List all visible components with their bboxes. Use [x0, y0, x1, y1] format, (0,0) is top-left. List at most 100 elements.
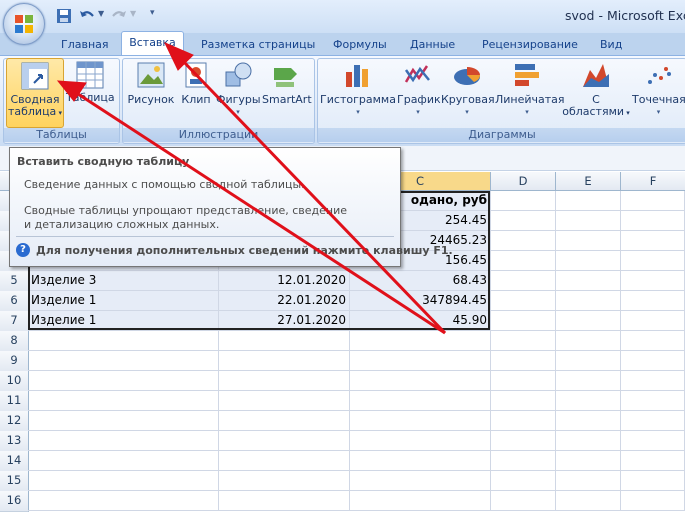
cell-d[interactable]	[491, 231, 556, 251]
cell-f[interactable]	[621, 451, 685, 471]
redo-dropdown-icon[interactable]: ▼	[130, 9, 136, 18]
row-header[interactable]: 15	[0, 471, 29, 492]
cell-d[interactable]	[491, 211, 556, 231]
row-header[interactable]: 16	[0, 491, 29, 512]
cell-e[interactable]	[556, 491, 621, 511]
cell-c[interactable]	[350, 351, 491, 371]
cell-b[interactable]	[219, 411, 350, 431]
cell-e[interactable]	[556, 371, 621, 391]
cell-d[interactable]	[491, 251, 556, 271]
histogram-button[interactable]: Гистограмма ▾	[320, 60, 396, 118]
cell-e[interactable]	[556, 391, 621, 411]
cell-c[interactable]	[350, 331, 491, 351]
cell-d[interactable]	[491, 411, 556, 431]
cell-d[interactable]	[491, 271, 556, 291]
cell-b[interactable]	[219, 331, 350, 351]
cell-f[interactable]	[621, 271, 685, 291]
cell-a[interactable]	[28, 391, 219, 411]
cell-e[interactable]	[556, 231, 621, 251]
cell-e[interactable]	[556, 311, 621, 331]
row-header[interactable]: 12	[0, 411, 29, 432]
cell-c[interactable]	[350, 451, 491, 471]
tab-page-layout[interactable]: Разметка страницы	[201, 36, 315, 54]
picture-button[interactable]: Рисунок	[126, 60, 176, 106]
cell-a[interactable]: Изделие 1	[28, 291, 219, 311]
cell-d[interactable]	[491, 331, 556, 351]
cell-e[interactable]	[556, 411, 621, 431]
cell-d[interactable]	[491, 471, 556, 491]
cell-d[interactable]	[491, 371, 556, 391]
cell-a[interactable]	[28, 451, 219, 471]
cell-f[interactable]	[621, 291, 685, 311]
cell-c[interactable]	[350, 391, 491, 411]
column-header-e[interactable]: E	[556, 172, 621, 191]
cell-f[interactable]	[621, 311, 685, 331]
row-header[interactable]: 10	[0, 371, 29, 392]
cell-c[interactable]: 45.90	[350, 311, 491, 331]
cell-f[interactable]	[621, 231, 685, 251]
cell-e[interactable]	[556, 211, 621, 231]
cell-f[interactable]	[621, 391, 685, 411]
row-header[interactable]: 8	[0, 331, 29, 352]
cell-b[interactable]	[219, 451, 350, 471]
column-header-d[interactable]: D	[491, 172, 556, 191]
bar-chart-button[interactable]: Линейчатая ▾	[495, 60, 565, 118]
row-header[interactable]: 7	[0, 311, 29, 332]
cell-e[interactable]	[556, 291, 621, 311]
cell-a[interactable]: Изделие 1	[28, 311, 219, 331]
tab-insert[interactable]: Вставка	[121, 31, 184, 56]
cell-e[interactable]	[556, 191, 621, 211]
cell-d[interactable]	[491, 431, 556, 451]
cell-f[interactable]	[621, 351, 685, 371]
cell-a[interactable]	[28, 491, 219, 511]
cell-e[interactable]	[556, 351, 621, 371]
cell-a[interactable]	[28, 431, 219, 451]
row-header[interactable]: 9	[0, 351, 29, 372]
cell-d[interactable]	[491, 451, 556, 471]
column-header-f[interactable]: F	[621, 172, 685, 191]
customize-qat-icon[interactable]: ▾	[150, 8, 155, 18]
cell-b[interactable]	[219, 431, 350, 451]
row-header[interactable]: 5	[0, 271, 29, 292]
cell-f[interactable]	[621, 491, 685, 511]
pivot-table-button[interactable]: Сводная таблица ▾	[6, 58, 64, 128]
cell-d[interactable]	[491, 491, 556, 511]
scatter-chart-button[interactable]: Точечная ▾	[632, 60, 685, 118]
cell-f[interactable]	[621, 411, 685, 431]
cell-a[interactable]	[28, 331, 219, 351]
cell-f[interactable]	[621, 431, 685, 451]
smartart-button[interactable]: SmartArt	[262, 60, 312, 106]
cell-b[interactable]: 12.01.2020	[219, 271, 350, 291]
cell-b[interactable]	[219, 351, 350, 371]
table-button[interactable]: Таблица	[66, 60, 115, 104]
redo-icon[interactable]	[110, 7, 128, 25]
tab-formulas[interactable]: Формулы	[333, 36, 387, 54]
line-chart-button[interactable]: График ▾	[397, 60, 441, 118]
tab-data[interactable]: Данные	[410, 36, 455, 54]
row-header[interactable]: 14	[0, 451, 29, 472]
row-header[interactable]: 11	[0, 391, 29, 412]
cell-c[interactable]: 68.43	[350, 271, 491, 291]
cell-c[interactable]	[350, 411, 491, 431]
tab-home[interactable]: Главная	[61, 36, 109, 54]
cell-e[interactable]	[556, 431, 621, 451]
clip-button[interactable]: Клип	[179, 60, 213, 106]
cell-d[interactable]	[491, 291, 556, 311]
cell-a[interactable]	[28, 351, 219, 371]
cell-c[interactable]	[350, 491, 491, 511]
cell-b[interactable]	[219, 471, 350, 491]
cell-a[interactable]	[28, 371, 219, 391]
tab-review[interactable]: Рецензирование	[482, 36, 578, 54]
undo-icon[interactable]	[78, 7, 96, 25]
save-icon[interactable]	[55, 7, 73, 25]
shapes-button[interactable]: Фигуры ▾	[216, 60, 261, 118]
cell-b[interactable]	[219, 391, 350, 411]
cell-c[interactable]	[350, 471, 491, 491]
pie-chart-button[interactable]: Круговая ▾	[441, 60, 495, 118]
cell-f[interactable]	[621, 471, 685, 491]
cell-a[interactable]	[28, 471, 219, 491]
cell-c[interactable]	[350, 371, 491, 391]
tab-view[interactable]: Вид	[600, 36, 622, 54]
cell-f[interactable]	[621, 331, 685, 351]
cell-d[interactable]	[491, 351, 556, 371]
